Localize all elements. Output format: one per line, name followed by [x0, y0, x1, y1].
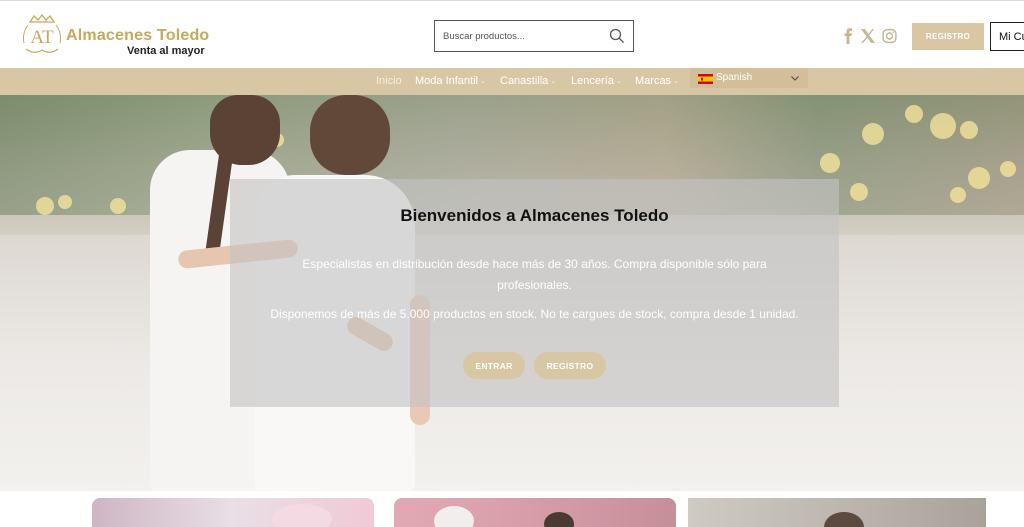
nav-item-label: Canastilla	[500, 75, 549, 87]
nav-item-moda-infantil[interactable]: Moda Infantil ⌄	[415, 75, 486, 87]
nav-item-lenceria[interactable]: Lencería ⌄	[571, 75, 622, 87]
bokeh-light	[968, 167, 990, 189]
bokeh-light	[110, 198, 126, 214]
card-image-detail	[272, 504, 332, 527]
spain-flag-icon	[698, 74, 713, 84]
search-icon[interactable]	[609, 28, 625, 44]
nav-item-label: Moda Infantil	[415, 75, 478, 87]
search-input[interactable]	[435, 21, 605, 51]
entrar-button[interactable]: ENTRAR	[463, 352, 525, 379]
bokeh-light	[820, 153, 840, 173]
bokeh-light	[930, 113, 956, 139]
language-label: Spanish	[716, 72, 753, 83]
nav-item-label: Lencería	[571, 75, 614, 87]
hero-paragraph-1: Especialistas en distribución desde hace…	[302, 257, 767, 292]
category-card-2[interactable]	[394, 498, 676, 527]
main-nav: Inicio Moda Infantil ⌄ Canastilla ⌄ Lencer…	[0, 68, 1024, 95]
bokeh-light	[905, 105, 923, 123]
chevron-down-icon: ⌄	[550, 78, 557, 85]
bokeh-light	[1000, 161, 1016, 177]
nav-item-marcas[interactable]: Marcas ⌄	[635, 75, 679, 87]
hero-banner: Bienvenidos a Almacenes Toledo Especiali…	[0, 95, 1024, 491]
category-card-1[interactable]	[92, 498, 374, 527]
search-box	[434, 20, 634, 52]
card-image-detail	[544, 512, 574, 527]
nav-item-label: Inicio	[376, 75, 402, 87]
category-card-3[interactable]	[688, 498, 986, 527]
facebook-icon[interactable]	[842, 28, 854, 44]
hero-overlay-panel: Bienvenidos a Almacenes Toledo Especiali…	[230, 179, 839, 407]
hero-figure-hair	[310, 95, 390, 175]
mi-cuenta-button[interactable]: Mi Cuenta	[990, 22, 1024, 51]
card-image-detail	[824, 512, 864, 527]
site-logo[interactable]: AT Almacenes Toledo Venta al mayor	[20, 13, 220, 61]
chevron-down-icon	[791, 76, 799, 81]
bokeh-light	[960, 121, 978, 139]
card-image-detail	[434, 506, 474, 527]
hero-title: Bienvenidos a Almacenes Toledo	[400, 206, 669, 225]
bokeh-light	[950, 187, 966, 203]
nav-item-inicio[interactable]: Inicio	[376, 75, 402, 87]
nav-item-label: Marcas	[635, 75, 672, 87]
chevron-down-icon: ⌄	[479, 78, 486, 85]
bokeh-light	[58, 195, 72, 209]
language-selector[interactable]: Spanish	[690, 68, 808, 88]
header-registro-button[interactable]: REGISTRO	[912, 23, 984, 50]
logo-subtitle: Venta al mayor	[127, 45, 205, 57]
logo-crest-icon: AT	[23, 13, 61, 53]
hero-paragraph-2: Disponemos de más de 5.000 productos en …	[270, 307, 799, 321]
bokeh-light	[36, 197, 54, 215]
svg-text:AT: AT	[30, 27, 54, 48]
chevron-down-icon: ⌄	[615, 78, 622, 85]
x-twitter-icon[interactable]	[860, 28, 876, 44]
bokeh-light	[862, 123, 884, 145]
registro-button[interactable]: REGISTRO	[534, 352, 606, 379]
bokeh-light	[850, 183, 868, 201]
nav-item-canastilla[interactable]: Canastilla ⌄	[500, 75, 556, 87]
chevron-down-icon: ⌄	[673, 78, 679, 85]
logo-title: Almacenes Toledo	[66, 27, 210, 44]
instagram-icon[interactable]	[882, 28, 897, 44]
site-header: AT Almacenes Toledo Venta al mayor REGIS…	[0, 0, 1024, 68]
